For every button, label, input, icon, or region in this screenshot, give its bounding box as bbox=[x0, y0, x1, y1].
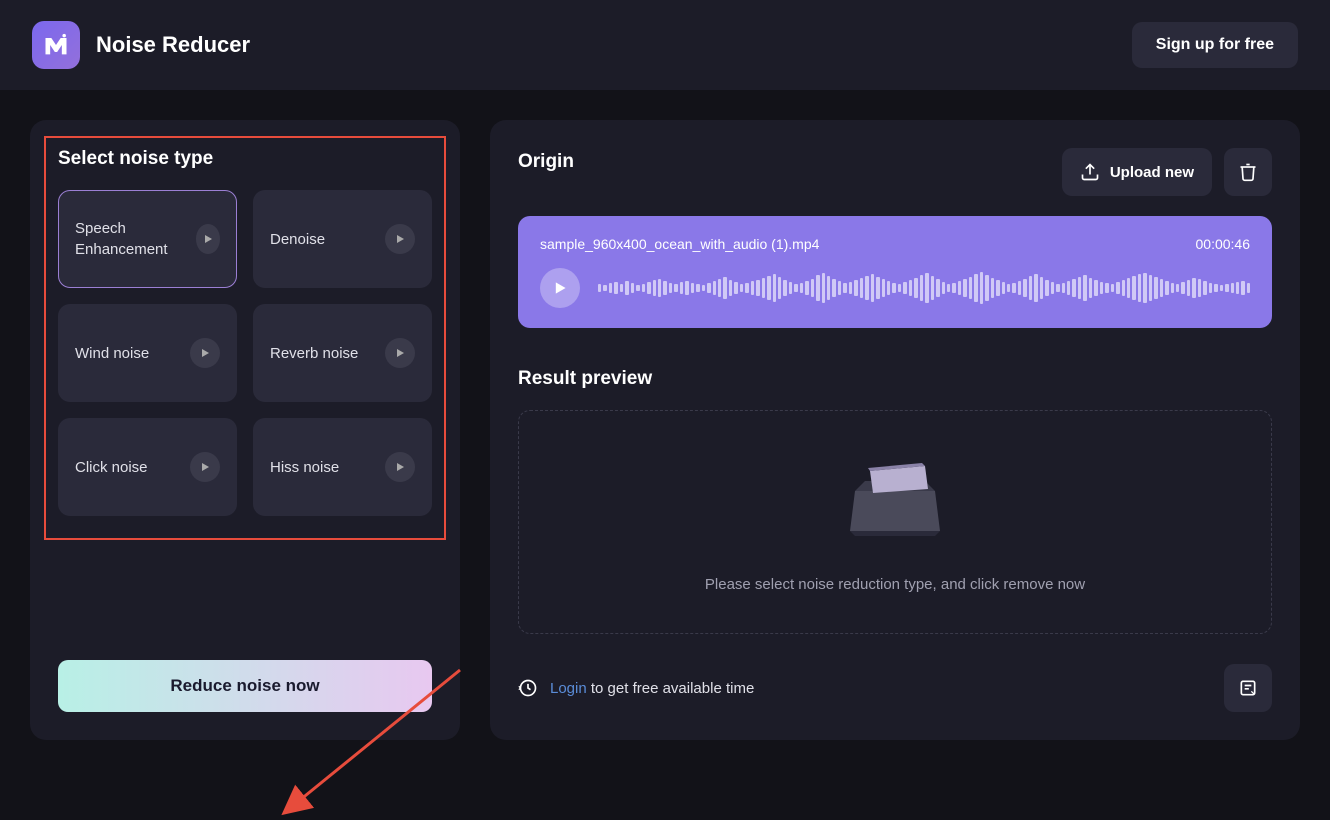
delete-button[interactable] bbox=[1224, 148, 1272, 196]
waveform-play-button[interactable] bbox=[540, 268, 580, 308]
noise-card-denoise[interactable]: Denoise bbox=[253, 190, 432, 288]
noise-card-hiss[interactable]: Hiss noise bbox=[253, 418, 432, 516]
clock-icon bbox=[518, 678, 538, 698]
upload-label: Upload new bbox=[1110, 164, 1194, 181]
filename-label: sample_960x400_ocean_with_audio (1).mp4 bbox=[540, 236, 819, 252]
play-sample-icon[interactable] bbox=[385, 338, 415, 368]
signup-button[interactable]: Sign up for free bbox=[1132, 22, 1298, 68]
preview-panel: Origin Upload new sample_960x400_ocean_w… bbox=[490, 120, 1300, 740]
waveform-visualization[interactable] bbox=[598, 268, 1250, 308]
duration-label: 00:00:46 bbox=[1196, 236, 1251, 252]
play-sample-icon[interactable] bbox=[385, 224, 415, 254]
login-prompt: Login to get free available time bbox=[518, 678, 754, 698]
play-sample-icon[interactable] bbox=[196, 224, 220, 254]
noise-card-click[interactable]: Click noise bbox=[58, 418, 237, 516]
result-preview-area: Please select noise reduction type, and … bbox=[518, 410, 1272, 634]
noise-card-speech-enhancement[interactable]: Speech Enhancement bbox=[58, 190, 237, 288]
noise-card-label: Reverb noise bbox=[270, 343, 358, 364]
login-text: to get free available time bbox=[587, 680, 755, 697]
upload-icon bbox=[1080, 162, 1100, 182]
app-logo bbox=[32, 21, 80, 69]
noise-type-grid: Speech Enhancement Denoise Wind noise Re… bbox=[58, 190, 432, 516]
trash-icon bbox=[1238, 162, 1258, 182]
login-link[interactable]: Login bbox=[550, 680, 587, 697]
reduce-noise-button[interactable]: Reduce noise now bbox=[58, 660, 432, 712]
origin-title: Origin bbox=[518, 151, 574, 173]
header: Noise Reducer Sign up for free bbox=[0, 0, 1330, 90]
upload-new-button[interactable]: Upload new bbox=[1062, 148, 1212, 196]
origin-waveform-panel: sample_960x400_ocean_with_audio (1).mp4 … bbox=[518, 216, 1272, 328]
play-sample-icon[interactable] bbox=[190, 338, 220, 368]
preview-message: Please select noise reduction type, and … bbox=[705, 576, 1085, 593]
noise-card-label: Speech Enhancement bbox=[75, 218, 196, 260]
feedback-icon bbox=[1238, 678, 1258, 698]
noise-card-label: Denoise bbox=[270, 229, 325, 250]
noise-card-label: Hiss noise bbox=[270, 457, 339, 478]
noise-type-panel: Select noise type Speech Enhancement Den… bbox=[30, 120, 460, 740]
feedback-button[interactable] bbox=[1224, 664, 1272, 712]
noise-type-title: Select noise type bbox=[58, 148, 432, 170]
result-title: Result preview bbox=[518, 368, 1272, 390]
noise-card-wind[interactable]: Wind noise bbox=[58, 304, 237, 402]
play-icon bbox=[553, 281, 567, 295]
noise-card-label: Wind noise bbox=[75, 343, 149, 364]
play-sample-icon[interactable] bbox=[190, 452, 220, 482]
noise-card-label: Click noise bbox=[75, 457, 148, 478]
empty-tray-icon bbox=[840, 451, 950, 546]
play-sample-icon[interactable] bbox=[385, 452, 415, 482]
app-title: Noise Reducer bbox=[96, 32, 250, 58]
noise-card-reverb[interactable]: Reverb noise bbox=[253, 304, 432, 402]
